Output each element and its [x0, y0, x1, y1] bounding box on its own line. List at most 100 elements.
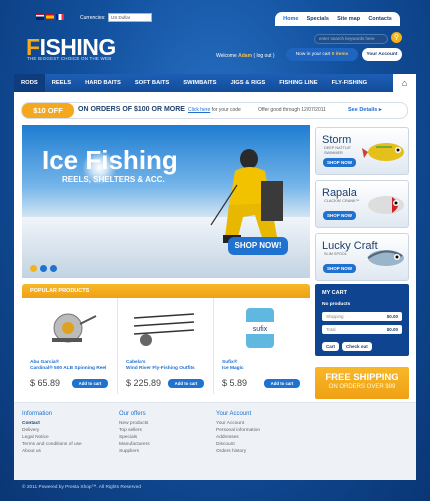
- welcome-text: Welcome Adam ( log out ): [216, 53, 275, 59]
- footer-link[interactable]: Personal information: [216, 427, 260, 434]
- menu-reels[interactable]: REELS: [45, 74, 78, 92]
- search-input[interactable]: enter search keywords here: [314, 34, 388, 44]
- slide-dot-2[interactable]: [40, 265, 47, 272]
- lure-subtitle: SLIM SPOOL: [324, 252, 348, 256]
- promo-text: ON ORDERS OF $100 OR MORE: [78, 106, 185, 113]
- topnav-home[interactable]: Home: [283, 16, 298, 22]
- product-card[interactable]: Abu Garcia® Cardinal® 500 ALB Spinning Re…: [22, 298, 118, 394]
- lure-subtitle: DEEP NATTUIT SWIMMER: [324, 146, 351, 155]
- main-menu: RODS REELS HARD BAITS SOFT BAITS SWIMBAI…: [14, 74, 416, 92]
- lure-ad-rapala[interactable]: Rapala CLACKIN' CRANK™ SHOP NOW: [315, 180, 409, 228]
- footer-link[interactable]: Delivery: [22, 427, 82, 434]
- logout-link[interactable]: ( log out ): [253, 53, 274, 59]
- footer-link[interactable]: Discount: [216, 441, 260, 448]
- product-card[interactable]: sufix Sufix® Ice Magic $ 5.89 Add to cart: [214, 298, 310, 394]
- product-name[interactable]: Abu Garcia® Cardinal® 500 ALB Spinning Re…: [30, 360, 116, 372]
- slide-dot-3[interactable]: [50, 265, 57, 272]
- lure-sub2: SWIMMER: [324, 150, 343, 155]
- footer-link[interactable]: Terms and conditions of use: [22, 441, 82, 448]
- topnav-specials[interactable]: Specials: [307, 16, 329, 22]
- lure-image: [368, 196, 404, 214]
- lure-ad-lucky-craft[interactable]: Lucky Craft SLIM SPOOL SHOP NOW: [315, 233, 409, 281]
- footer-link[interactable]: Legal Notice: [22, 434, 82, 441]
- footer-link[interactable]: Your Account: [216, 420, 260, 427]
- promo-validity: Offer good through 12/07/2011: [258, 107, 326, 113]
- cart-summary-label: Now in your cart: [295, 52, 331, 57]
- footer-link[interactable]: Suppliers: [119, 448, 150, 455]
- lure-subtitle: CLACKIN' CRANK™: [324, 199, 360, 203]
- product-price: $ 5.89: [222, 378, 248, 388]
- flags[interactable]: [36, 14, 66, 21]
- product-model: Ice Magic: [222, 366, 244, 371]
- home-icon[interactable]: ⌂: [393, 74, 416, 92]
- hero-banner[interactable]: Ice Fishing REELS, SHELTERS & ACC. SHOP …: [22, 125, 310, 278]
- banner-title: Ice Fishing: [42, 145, 178, 175]
- footer-link[interactable]: About us: [22, 448, 82, 455]
- currencies-label: Currencies:: [80, 15, 106, 21]
- product-name[interactable]: Cabela's Wind River Fly-Fishing Outfits: [126, 360, 212, 372]
- shipping-value: $0.00: [386, 314, 398, 319]
- lure-title: Storm: [322, 134, 352, 146]
- top-nav: Home Specials Site map Contacts: [275, 12, 400, 26]
- see-details-label: See Details: [348, 107, 378, 113]
- footer-link[interactable]: Contact: [22, 420, 82, 427]
- menu-fishing-line[interactable]: FISHING LINE: [272, 74, 324, 92]
- flag-es-icon[interactable]: [46, 14, 54, 20]
- lure-sub1: DEEP NATTUIT: [324, 146, 352, 150]
- menu-fly-fishing[interactable]: FLY-FISHING: [325, 74, 375, 92]
- cart-button[interactable]: Cart: [322, 342, 340, 351]
- cart-summary-button[interactable]: Now in your cart 0 items: [286, 48, 358, 61]
- currency-select[interactable]: US Dollar: [108, 13, 152, 22]
- your-account-button[interactable]: Your Account: [362, 48, 402, 61]
- cart-empty-text: No products: [322, 302, 351, 307]
- shop-now-button[interactable]: SHOP NOW: [323, 158, 356, 167]
- promo-for-code: for your code: [211, 107, 241, 113]
- menu-hard-baits[interactable]: HARD BAITS: [78, 74, 128, 92]
- fly-rod-image: [133, 313, 195, 346]
- menu-swimbaits[interactable]: SWIMBAITS: [176, 74, 223, 92]
- product-card[interactable]: Cabela's Wind River Fly-Fishing Outfits $…: [118, 298, 214, 394]
- search-icon[interactable]: ⚲: [391, 32, 402, 43]
- slide-dot-1[interactable]: [30, 265, 37, 272]
- shop-now-button[interactable]: SHOP NOW: [323, 264, 356, 273]
- product-model: Cardinal® 500 ALB Spinning Reel: [30, 366, 107, 371]
- shop-now-button[interactable]: SHOP NOW: [323, 211, 356, 220]
- product-brand: Cabela's: [126, 360, 146, 365]
- see-details-link[interactable]: See Details ▸: [348, 107, 382, 113]
- promo-click-link[interactable]: Click here: [188, 107, 210, 113]
- tagline: THE BIGGEST CHOICE ON THE WEB: [27, 56, 112, 61]
- topnav-contacts[interactable]: Contacts: [368, 16, 392, 22]
- footer-link[interactable]: Orders history: [216, 448, 260, 455]
- footer-link[interactable]: Top sellers: [119, 427, 150, 434]
- menu-rods[interactable]: RODS: [14, 74, 45, 92]
- free-shipping-subtitle: ON ORDERS OVER $99: [328, 384, 396, 390]
- product-price: $ 65.89: [30, 378, 61, 388]
- free-shipping-title: FREE SHIPPING: [325, 372, 399, 383]
- flag-fr-icon[interactable]: [56, 14, 64, 20]
- add-to-cart-button[interactable]: Add to cart: [264, 379, 300, 388]
- cart-buttons: Cart Check out: [322, 342, 372, 351]
- footer-heading: Our offers: [119, 411, 146, 417]
- add-to-cart-button[interactable]: Add to cart: [168, 379, 204, 388]
- footer-link[interactable]: Manufacturers: [119, 441, 150, 448]
- fishing-line-image: sufix: [246, 308, 274, 348]
- topnav-sitemap[interactable]: Site map: [337, 16, 360, 22]
- shop-now-button[interactable]: SHOP NOW!: [228, 237, 288, 255]
- checkout-button[interactable]: Check out: [342, 342, 372, 351]
- lure-ad-storm[interactable]: Storm DEEP NATTUIT SWIMMER SHOP NOW: [315, 127, 409, 175]
- cart-shipping-row: Shipping $0.00: [322, 312, 402, 321]
- footer-link[interactable]: New products: [119, 420, 150, 427]
- footer-col-account: Your Account Your Account Personal infor…: [216, 411, 260, 455]
- footer-col-information: Information Contact Delivery Legal Notic…: [22, 411, 82, 455]
- my-cart-box: MY CART No products Shipping $0.00 Total $…: [315, 284, 409, 356]
- product-model: Wind River Fly-Fishing Outfits: [126, 366, 195, 371]
- free-shipping-banner[interactable]: FREE SHIPPING ON ORDERS OVER $99: [315, 367, 409, 399]
- product-name[interactable]: Sufix® Ice Magic: [222, 360, 308, 372]
- footer-link[interactable]: Specials: [119, 434, 150, 441]
- menu-soft-baits[interactable]: SOFT BAITS: [128, 74, 176, 92]
- add-to-cart-button[interactable]: Add to cart: [72, 379, 108, 388]
- footer-link[interactable]: Addresses: [216, 434, 260, 441]
- flag-en-icon[interactable]: [36, 14, 44, 20]
- menu-jigs-rigs[interactable]: JIGS & RIGS: [223, 74, 272, 92]
- total-label: Total: [326, 327, 336, 332]
